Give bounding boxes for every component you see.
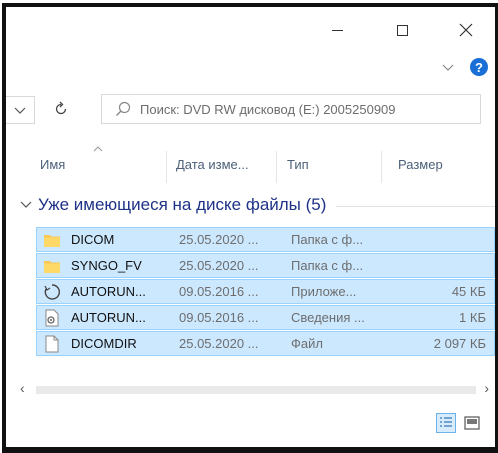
address-row: Поиск: DVD RW дисковод (E:) 2005250909 [6,90,495,126]
file-type: Приложе... [291,284,357,299]
column-header: Имя Дата изме... Тип Размер [6,145,495,185]
details-view-icon [440,417,452,427]
large-icons-view-button[interactable] [463,414,481,432]
file-date: 25.05.2020 ... [179,258,259,273]
help-button[interactable]: ? [470,58,488,76]
folder-icon [44,261,60,273]
file-row[interactable]: DICOM 25.05.2020 ... Папка с ф... [36,227,495,252]
file-type: Сведения ... [291,310,365,325]
file-row[interactable]: SYNGO_FV 25.05.2020 ... Папка с ф... [36,253,495,278]
file-name: AUTORUN... [71,284,146,299]
search-placeholder: Поиск: DVD RW дисковод (E:) 2005250909 [140,101,396,117]
maximize-icon [396,24,408,36]
details-view-button[interactable] [436,413,456,433]
file-size: 1 КБ [459,310,486,325]
scroll-left-icon[interactable]: ‹ [20,380,25,396]
file-type: Папка с ф... [291,232,364,247]
file-list: DICOM 25.05.2020 ... Папка с ф... SYNGO_… [36,227,495,357]
settings-file-icon [45,309,59,327]
scrollbar-track[interactable] [36,386,476,394]
column-date[interactable]: Дата изме... [176,157,249,172]
refresh-button[interactable] [50,98,72,120]
file-name: SYNGO_FV [71,258,142,273]
maximize-button[interactable] [379,7,425,53]
file-type: Файл [291,336,323,351]
application-icon [44,284,60,300]
horizontal-scrollbar[interactable]: ‹ › [6,379,495,397]
close-button[interactable] [443,7,489,53]
file-date: 09.05.2016 ... [179,284,259,299]
minimize-button[interactable] [314,7,360,53]
column-separator[interactable] [166,151,167,183]
column-name[interactable]: Имя [40,157,65,172]
file-icon [45,335,59,353]
explorer-window: ? Поиск: DVD RW дисковод (E:) 2005250909… [2,3,498,453]
chevron-down-icon [14,107,26,114]
search-box[interactable]: Поиск: DVD RW дисковод (E:) 2005250909 [101,94,481,124]
file-name: AUTORUN... [71,310,146,325]
address-dropdown-button[interactable] [6,96,35,124]
expand-ribbon-icon[interactable] [442,62,454,72]
file-name: DICOMDIR [71,336,137,351]
ribbon-row: ? [6,53,495,83]
column-separator[interactable] [381,151,382,183]
file-size: 2 097 КБ [433,336,486,351]
file-row[interactable]: AUTORUN... 09.05.2016 ... Сведения ... 1… [36,305,495,330]
scroll-right-icon[interactable]: › [484,380,489,396]
collapse-group-icon[interactable] [20,200,32,210]
large-icons-view-icon [464,416,480,430]
sort-ascending-icon [93,146,103,152]
file-date: 09.05.2016 ... [179,310,259,325]
folder-icon [44,235,60,247]
group-title: Уже имеющиеся на диске файлы (5) [38,195,327,214]
group-divider [336,206,495,207]
file-date: 25.05.2020 ... [179,336,259,351]
refresh-icon [55,101,67,115]
column-separator[interactable] [276,151,277,183]
minimize-icon [331,29,343,31]
file-date: 25.05.2020 ... [179,232,259,247]
file-size: 45 КБ [451,284,486,299]
column-size[interactable]: Размер [398,157,443,172]
file-row[interactable]: DICOMDIR 25.05.2020 ... Файл 2 097 КБ [36,331,495,356]
title-bar [6,7,495,53]
file-group-header[interactable]: Уже имеющиеся на диске файлы (5) [20,193,495,217]
close-icon [459,23,473,37]
search-icon [116,101,131,116]
file-type: Папка с ф... [291,258,364,273]
column-type[interactable]: Тип [287,157,309,172]
file-row[interactable]: AUTORUN... 09.05.2016 ... Приложе... 45 … [36,279,495,304]
file-name: DICOM [71,232,115,247]
